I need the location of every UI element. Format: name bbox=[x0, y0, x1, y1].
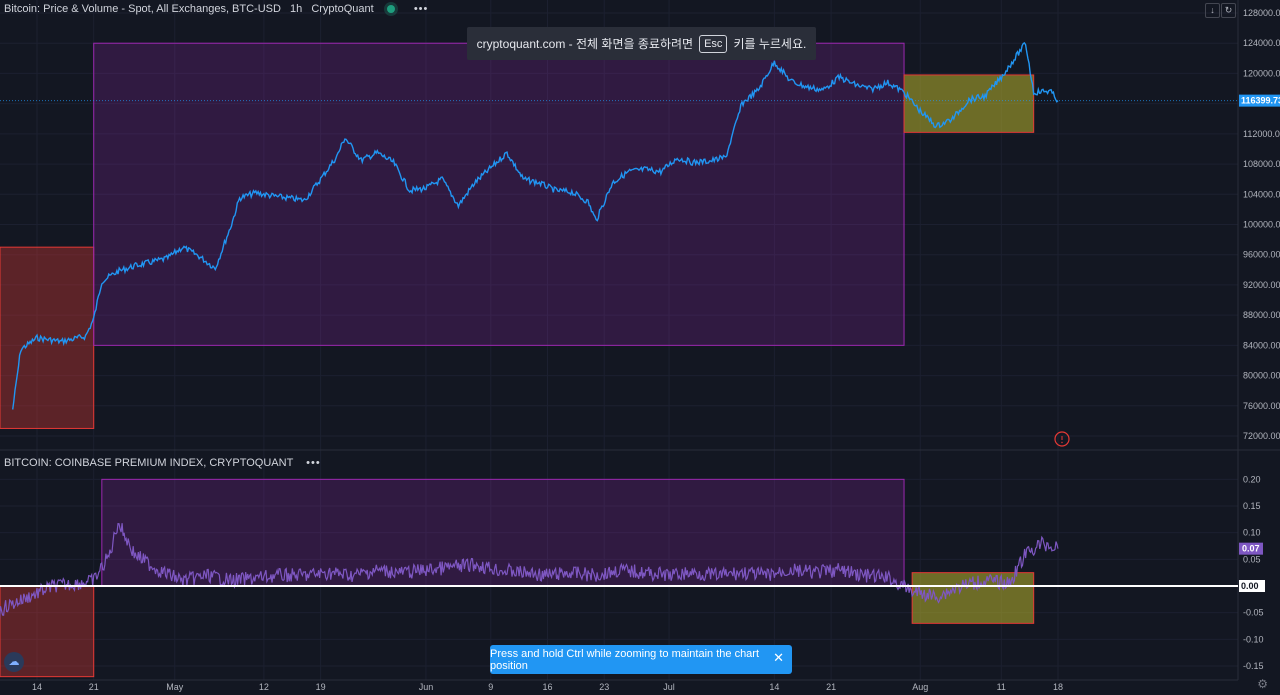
price-axis-tick-label: 88000.00 bbox=[1243, 310, 1280, 320]
price-axis-tick-label: 100000.00 bbox=[1243, 220, 1280, 230]
price-legend: Bitcoin: Price & Volume - Spot, All Exch… bbox=[4, 3, 428, 15]
price-axis-tick-label: 128000.00 bbox=[1243, 8, 1280, 18]
premium-axis-tick-label: 0.10 bbox=[1243, 528, 1261, 538]
zoom-hint-toast: Press and hold Ctrl while zooming to mai… bbox=[490, 645, 792, 674]
price-legend-source: CryptoQuant bbox=[311, 3, 374, 15]
price-axis-tick-label: 76000.00 bbox=[1243, 401, 1280, 411]
settings-gear-icon[interactable]: ⚙ bbox=[1257, 677, 1268, 691]
premium-legend-title: BITCOIN: COINBASE PREMIUM INDEX, CRYPTOQ… bbox=[4, 457, 294, 469]
olive-range-box[interactable] bbox=[903, 74, 1035, 133]
price-legend-interval: 1h bbox=[290, 3, 303, 15]
chart-canvas[interactable]: 128000.00124000.00120000.00116000.001120… bbox=[0, 0, 1280, 695]
price-axis-tick-label: 120000.00 bbox=[1243, 68, 1280, 78]
premium-legend-more-button[interactable]: ••• bbox=[306, 457, 321, 469]
price-axis-tick-label: 112000.00 bbox=[1243, 129, 1280, 139]
alert-marker-icon-dot bbox=[1061, 441, 1063, 444]
time-axis-tick-label: 23 bbox=[599, 682, 609, 692]
time-axis-tick-label: 19 bbox=[316, 682, 326, 692]
time-axis-tick-label: 14 bbox=[32, 682, 42, 692]
last-premium-badge-label: 0.07 bbox=[1242, 544, 1260, 554]
toast-prefix: cryptoquant.com - 전체 화면을 종료하려면 bbox=[476, 37, 694, 51]
esc-key-badge: Esc bbox=[699, 34, 728, 53]
time-axis-tick-label: Aug bbox=[912, 682, 928, 692]
toast-suffix: 키를 누르세요. bbox=[733, 37, 807, 51]
premium-axis-tick-label: 0.15 bbox=[1243, 501, 1261, 511]
price-legend-title: Bitcoin: Price & Volume - Spot, All Exch… bbox=[4, 3, 281, 15]
zero-badge-label: 0.00 bbox=[1241, 581, 1259, 591]
price-axis-tick-label: 92000.00 bbox=[1243, 280, 1280, 290]
premium-axis-tick-label: 0.20 bbox=[1243, 474, 1261, 484]
price-legend-more-button[interactable]: ••• bbox=[414, 3, 429, 15]
zoom-hint-text: Press and hold Ctrl while zooming to mai… bbox=[490, 647, 760, 672]
time-axis-tick-label: Jul bbox=[663, 682, 675, 692]
price-axis-tick-label: 124000.00 bbox=[1243, 38, 1280, 48]
time-axis-tick-label: 21 bbox=[826, 682, 836, 692]
premium-axis-tick-label: 0.05 bbox=[1243, 554, 1261, 564]
purple-range-box[interactable] bbox=[93, 42, 905, 346]
premium-axis-tick-label: -0.10 bbox=[1243, 634, 1264, 644]
price-axis-tick-label: 108000.00 bbox=[1243, 159, 1280, 169]
time-axis-tick-label: 11 bbox=[997, 682, 1006, 692]
price-axis-tick-label: 104000.00 bbox=[1243, 189, 1280, 199]
premium-axis-tick-label: -0.15 bbox=[1243, 661, 1264, 671]
fullscreen-toast: cryptoquant.com - 전체 화면을 종료하려면 Esc 키를 누르… bbox=[467, 27, 816, 60]
time-axis-tick-label: May bbox=[166, 682, 184, 692]
time-axis-tick-label: 14 bbox=[769, 682, 779, 692]
cryptoquant-logo-icon[interactable]: ☁ bbox=[4, 652, 24, 672]
time-axis-tick-label: 12 bbox=[259, 682, 269, 692]
time-axis-tick-label: 9 bbox=[488, 682, 493, 692]
last-price-badge-label: 116399.73 bbox=[1241, 96, 1280, 106]
price-axis-tick-label: 96000.00 bbox=[1243, 250, 1280, 260]
time-axis-tick-label: Jun bbox=[419, 682, 434, 692]
premium-axis-tick-label: -0.05 bbox=[1243, 608, 1264, 618]
live-status-icon bbox=[386, 5, 395, 14]
download-icon[interactable]: ↓ bbox=[1205, 3, 1220, 18]
time-axis-tick-label: 16 bbox=[542, 682, 552, 692]
purple-range-box[interactable] bbox=[101, 478, 905, 587]
close-icon[interactable]: ✕ bbox=[773, 650, 784, 666]
price-axis-tick-label: 72000.00 bbox=[1243, 431, 1280, 441]
price-axis-tick-label: 80000.00 bbox=[1243, 371, 1280, 381]
price-axis-tick-label: 84000.00 bbox=[1243, 340, 1280, 350]
time-axis-tick-label: 18 bbox=[1053, 682, 1063, 692]
refresh-icon[interactable]: ↻ bbox=[1221, 3, 1236, 18]
time-axis-tick-label: 21 bbox=[89, 682, 99, 692]
premium-legend: BITCOIN: COINBASE PREMIUM INDEX, CRYPTOQ… bbox=[4, 457, 321, 469]
